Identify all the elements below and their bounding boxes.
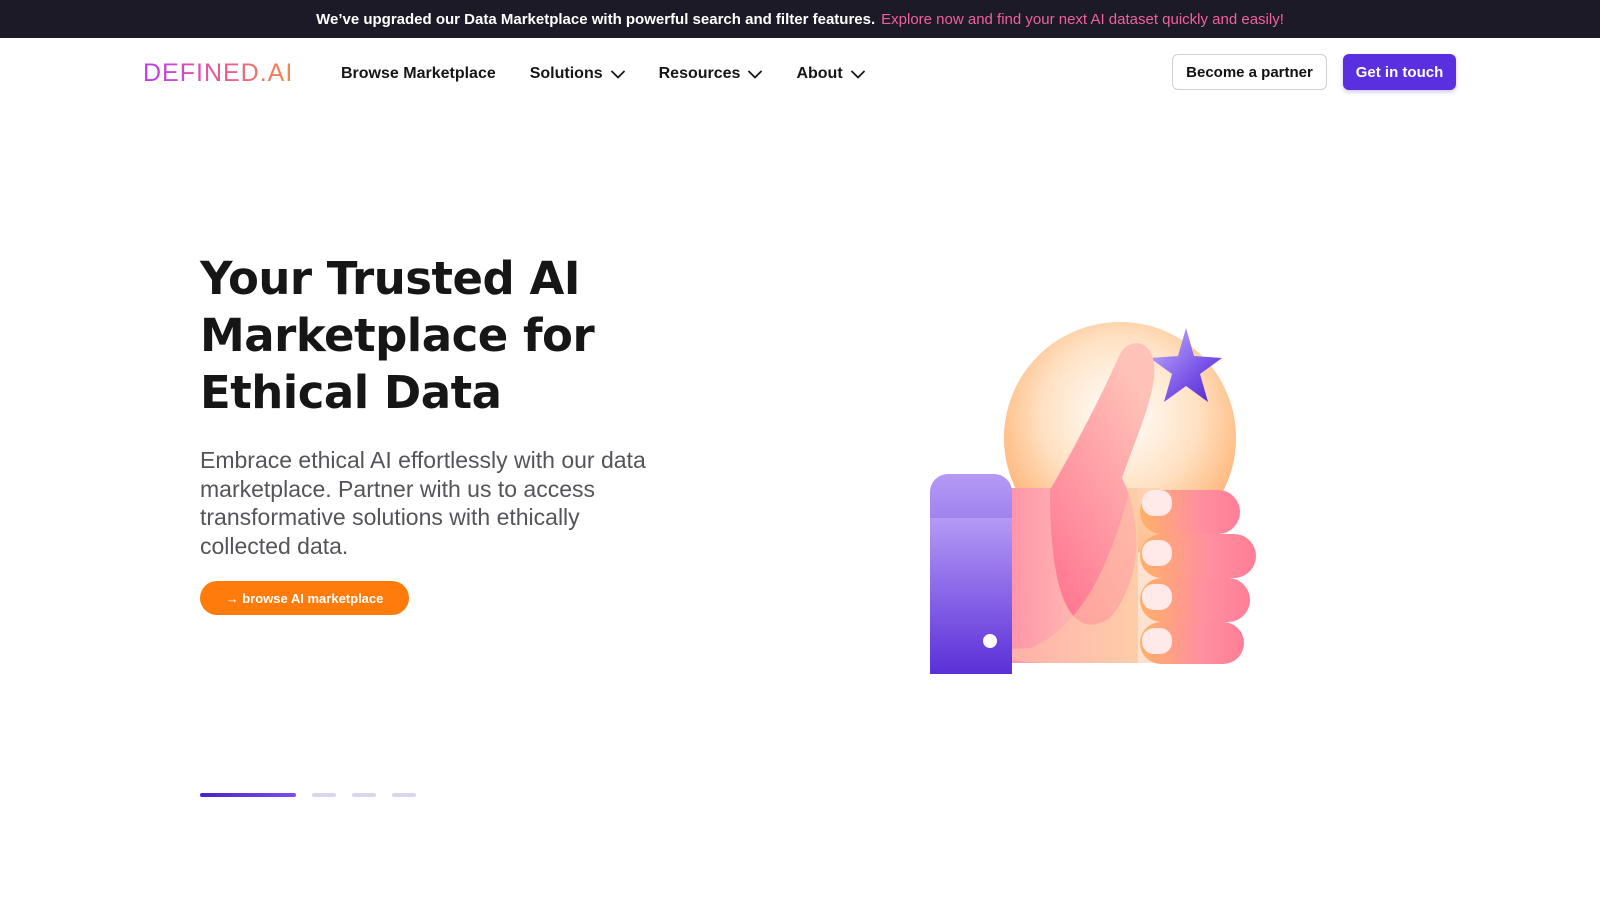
chevron-down-icon <box>610 70 625 79</box>
hero-title-line: Your Trusted AI <box>200 252 581 305</box>
announcement-text: We’ve upgraded our Data Marketplace with… <box>316 10 876 28</box>
carousel-dot[interactable] <box>392 793 416 797</box>
announcement-link[interactable]: Explore now and find your next AI datase… <box>881 11 1284 28</box>
browse-marketplace-button[interactable]: → browse AI marketplace <box>200 581 409 615</box>
nav-item-browse-marketplace[interactable]: Browse Marketplace <box>341 65 496 83</box>
nav-item-label: Resources <box>658 65 741 82</box>
main-nav: DEFINED.AI Browse Marketplace Solutions … <box>0 38 1600 106</box>
get-in-touch-button[interactable]: Get in touch <box>1343 54 1456 90</box>
chevron-down-icon <box>850 70 865 79</box>
carousel-dot[interactable] <box>312 793 336 797</box>
nav-item-label: Solutions <box>529 65 603 82</box>
become-partner-button[interactable]: Become a partner <box>1172 54 1327 90</box>
hero-title-line: Marketplace for <box>200 309 595 362</box>
carousel-dot-active[interactable] <box>200 793 296 797</box>
announcement-bar: We’ve upgraded our Data Marketplace with… <box>0 0 1600 38</box>
logo[interactable]: DEFINED.AI <box>143 56 293 90</box>
nav-item-about[interactable]: About <box>796 65 865 83</box>
nav-item-solutions[interactable]: Solutions <box>530 65 625 83</box>
nav-menu: Browse Marketplace Solutions Resources A… <box>341 60 899 88</box>
nav-item-label: Browse Marketplace <box>341 65 496 82</box>
nav-item-resources[interactable]: Resources <box>659 65 763 83</box>
carousel-dot[interactable] <box>352 793 376 797</box>
thumbs-up-with-star-icon <box>930 318 1330 678</box>
carousel-indicators <box>200 793 432 797</box>
hero-title: Your Trusted AI Marketplace for Ethical … <box>200 250 720 421</box>
hero-subtitle: Embrace ethical AI effortlessly with our… <box>200 447 646 559</box>
nav-item-label: About <box>796 65 843 82</box>
chevron-down-icon <box>748 70 763 79</box>
hero-title-line: Ethical Data <box>200 366 502 419</box>
